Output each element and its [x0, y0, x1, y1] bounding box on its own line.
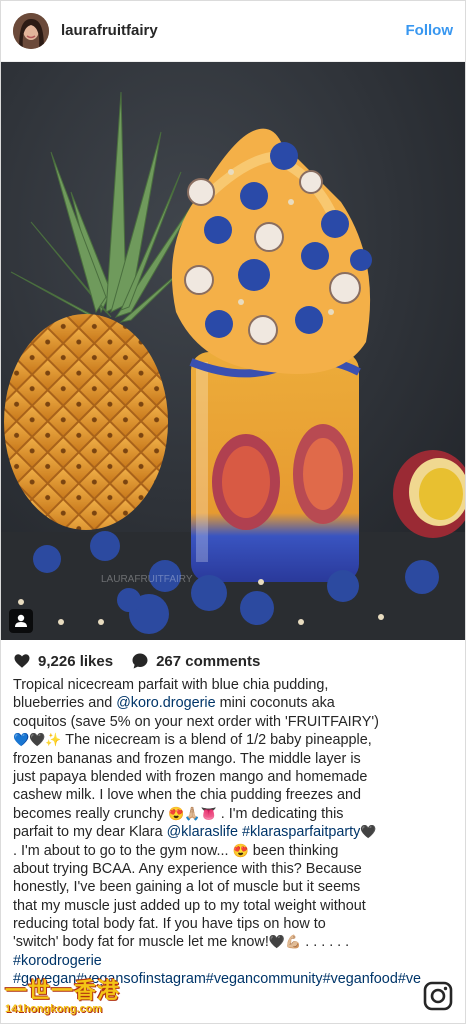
- caption-line: cashew milk. I love when the chia puddin…: [13, 786, 459, 804]
- caption-line: that my muscle just added up to my total…: [13, 897, 459, 915]
- caption-line: 'switch' body fat for muscle let me know…: [13, 933, 459, 951]
- caption-line: just papaya blended with frozen mango an…: [13, 768, 459, 786]
- caption-text: coquitos (save 5% on your next order wit…: [13, 713, 379, 730]
- instagram-logo-icon[interactable]: [423, 981, 453, 1011]
- caption-text: about trying BCAA. Any experience with t…: [13, 860, 362, 877]
- post-header: laurafruitfairy Follow: [1, 1, 465, 62]
- watermark-line2: 141hongkong.com: [5, 1003, 103, 1015]
- caption-text: . . . . . .: [301, 934, 350, 951]
- caption-emoji: 🖤💪🏼: [268, 934, 302, 950]
- caption-line: coquitos (save 5% on your next order wit…: [13, 713, 459, 731]
- caption-link[interactable]: @klaraslife: [167, 824, 238, 840]
- caption-text: . I'm dedicating this: [216, 805, 344, 822]
- caption-text: becomes really crunchy: [13, 805, 169, 822]
- caption-link[interactable]: #korodrogerie: [13, 953, 102, 969]
- post-photo[interactable]: LAURAFRUITFAIRY: [1, 62, 465, 640]
- caption-line: about trying BCAA. Any experience with t…: [13, 860, 459, 878]
- caption-text: mini coconuts aka: [215, 695, 335, 712]
- caption-emoji: 😍: [232, 842, 249, 858]
- caption-line: frozen bananas and frozen mango. The mid…: [13, 750, 459, 768]
- post-stats: 9,226 likes 267 comments: [13, 650, 260, 672]
- caption-text: Tropical nicecream parfait with blue chi…: [13, 677, 329, 693]
- caption-line: becomes really crunchy 😍🙏🏼👅 . I'm dedica…: [13, 805, 459, 823]
- caption-line: Tropical nicecream parfait with blue chi…: [13, 676, 459, 694]
- caption-line: #korodrogerie: [13, 952, 459, 970]
- caption-text: . I'm about to go to the gym now...: [13, 842, 233, 859]
- avatar[interactable]: [13, 13, 49, 49]
- caption-text: 'switch' body fat for muscle let me know…: [13, 934, 269, 951]
- caption-text: cashew milk. I love when the chia puddin…: [13, 787, 361, 804]
- username[interactable]: laurafruitfairy: [61, 22, 158, 39]
- caption-line: 💙🖤✨ The nicecream is a blend of 1/2 baby…: [13, 731, 459, 749]
- follow-button[interactable]: Follow: [406, 22, 454, 39]
- comments-count[interactable]: 267 comments: [156, 653, 260, 670]
- caption-text: that my muscle just added up to my total…: [13, 897, 366, 914]
- caption-text: blueberries and: [13, 695, 117, 712]
- caption-emoji: 🖤: [360, 824, 377, 840]
- watermark-line1: 一世一香港: [5, 978, 121, 1003]
- caption-line: . I'm about to go to the gym now... 😍 be…: [13, 842, 459, 860]
- caption-link[interactable]: @koro.drogerie: [116, 695, 215, 711]
- caption-line: parfait to my dear Klara @klaraslife #kl…: [13, 823, 459, 841]
- caption-text: frozen bananas and frozen mango. The mid…: [13, 750, 361, 767]
- photo-watermark: LAURAFRUITFAIRY: [101, 574, 193, 585]
- likes-count[interactable]: 9,226 likes: [38, 653, 113, 670]
- caption-text: reducing total body fat. If you have tip…: [13, 916, 326, 933]
- caption-line: honestly, I've been gaining a lot of mus…: [13, 878, 459, 896]
- caption-line: reducing total body fat. If you have tip…: [13, 915, 459, 933]
- caption-emoji: 😍🙏🏼👅: [168, 805, 217, 821]
- instagram-post-card: laurafruitfairy Follow LAURAFRUITFAIRY 9…: [0, 0, 466, 1024]
- user-tag-icon[interactable]: [9, 609, 33, 633]
- caption-text: been thinking: [248, 842, 339, 859]
- caption-text: just papaya blended with frozen mango an…: [13, 768, 368, 785]
- caption-line: blueberries and @koro.drogerie mini coco…: [13, 694, 459, 712]
- caption-text: parfait to my dear Klara: [13, 824, 167, 841]
- site-watermark: 一世一香港 141hongkong.com: [5, 979, 125, 1019]
- heart-icon[interactable]: [13, 652, 31, 670]
- caption-text: The nicecream is a blend of 1/2 baby pin…: [61, 732, 372, 749]
- caption-text: honestly, I've been gaining a lot of mus…: [13, 879, 361, 896]
- comment-icon[interactable]: [131, 652, 149, 670]
- post-caption: Tropical nicecream parfait with blue chi…: [13, 676, 459, 989]
- caption-emoji: 💙🖤✨: [13, 732, 62, 748]
- caption-link[interactable]: #klarasparfaitparty: [242, 824, 360, 840]
